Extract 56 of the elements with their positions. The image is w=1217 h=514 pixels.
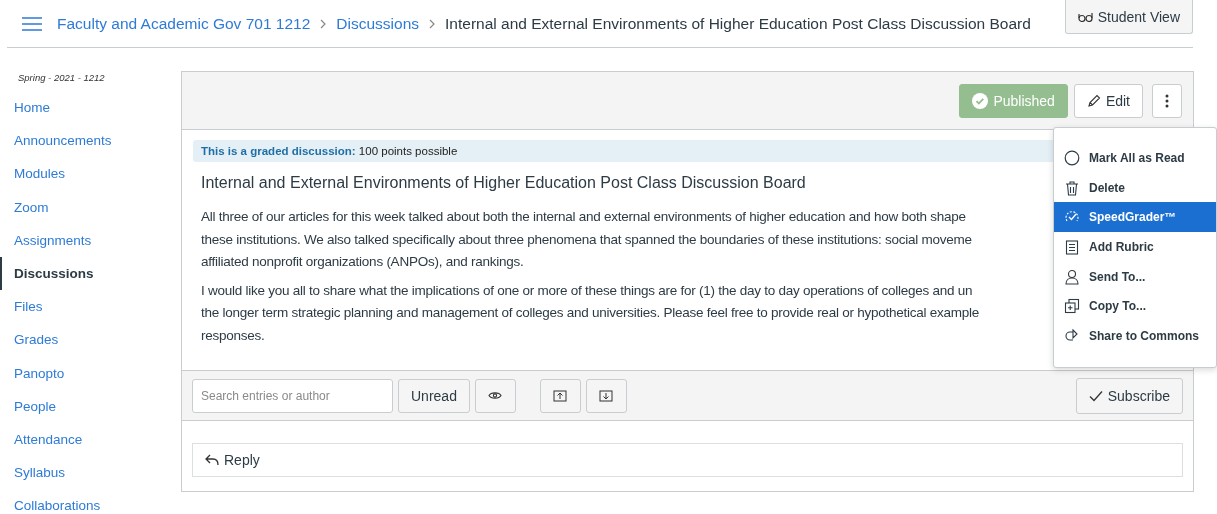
term-label: Spring - 2021 - 1212 — [17, 71, 106, 85]
reply-button[interactable]: Reply — [192, 443, 1183, 477]
eye-button[interactable] — [474, 378, 516, 413]
circle-icon — [1064, 149, 1080, 166]
sidebar-item[interactable]: Discussions — [0, 256, 181, 291]
body-text-line: affiliated nonprofit organizations (ANPOs), and rankings. — [201, 253, 524, 271]
sidebar-item[interactable]: Files — [0, 290, 181, 324]
body-text-line: All three of our articles for this week talked about both the internal and external environments of higher education and how both shape — [201, 208, 966, 226]
search-field[interactable]: Search entries or author — [192, 378, 393, 413]
body-text-line: I would like you all to share what the implications of one or more of these things are for (1) the day to day operations of colleges and un — [201, 281, 973, 300]
reply-arrow-icon — [205, 454, 219, 466]
kebab-icon — [1165, 93, 1169, 108]
student-view-button[interactable]: Student View — [1064, 0, 1193, 34]
trash-icon — [1064, 179, 1080, 196]
breadcrumb-link[interactable]: Discussions — [336, 14, 420, 33]
expand-button[interactable] — [585, 378, 627, 413]
breadcrumb-current: Internal and External Environments of Higher Education Post Class Discussion Board — [445, 14, 1031, 33]
menu-item[interactable]: SpeedGrader™ — [1054, 202, 1216, 233]
sidebar-item[interactable]: Grades — [0, 323, 181, 357]
sidebar-item[interactable]: Panopto — [0, 356, 181, 390]
copy-icon — [1064, 298, 1080, 315]
unread-button[interactable]: Unread — [398, 378, 470, 413]
eye-icon — [488, 391, 503, 400]
body-text-line: responses. — [201, 326, 265, 345]
menu-item[interactable]: Copy To... — [1054, 291, 1216, 322]
breadcrumb-link[interactable]: Faculty and Academic Gov 701 1212 — [57, 14, 311, 33]
sidebar-item[interactable]: Syllabus — [0, 456, 181, 490]
check-icon — [1088, 389, 1103, 402]
menu-item[interactable]: Send To... — [1054, 261, 1216, 292]
edit-button[interactable]: Edit — [1073, 83, 1143, 118]
body-text-line: these institutions. We also talked specifically about three phenomena that spanned the boundaries of these institutions: social moveme — [201, 230, 972, 249]
sidebar-item[interactable]: Home — [0, 91, 181, 125]
subscribe-button[interactable]: Subscribe — [1075, 377, 1183, 414]
menu-item[interactable]: Delete — [1054, 172, 1216, 203]
pencil-icon — [1086, 93, 1101, 108]
menu-item[interactable]: Share to Commons — [1054, 321, 1216, 351]
discussion-title: Internal and External Environments of Higher Education Post Class Discussion Board — [201, 174, 806, 192]
chevron-icon — [428, 18, 437, 29]
menu-item[interactable]: Add Rubric — [1054, 232, 1216, 262]
collapse-button[interactable] — [539, 378, 581, 413]
clipboard-icon — [1064, 238, 1080, 255]
share-icon — [1064, 327, 1080, 344]
check-circle-icon — [972, 92, 989, 109]
sidebar-item[interactable]: Zoom — [0, 190, 181, 224]
glasses-icon — [1077, 11, 1093, 22]
body-text-line: the longer term strategic planning and management of colleges and universities. Please feel free to provide real or hypothetical example — [201, 304, 979, 322]
sidebar-item[interactable]: Collaborations — [0, 489, 181, 514]
sidebar-item[interactable]: People — [0, 389, 181, 423]
chevron-icon — [319, 18, 328, 29]
menu-icon[interactable] — [21, 15, 43, 32]
sidebar-item[interactable]: Modules — [0, 157, 181, 191]
sidebar-item[interactable]: Announcements — [0, 124, 181, 158]
user-icon — [1064, 268, 1080, 285]
sidebar-item[interactable]: Attendance — [0, 422, 181, 457]
sidebar-item[interactable]: Assignments — [0, 223, 181, 257]
more-options-button[interactable] — [1152, 83, 1182, 118]
